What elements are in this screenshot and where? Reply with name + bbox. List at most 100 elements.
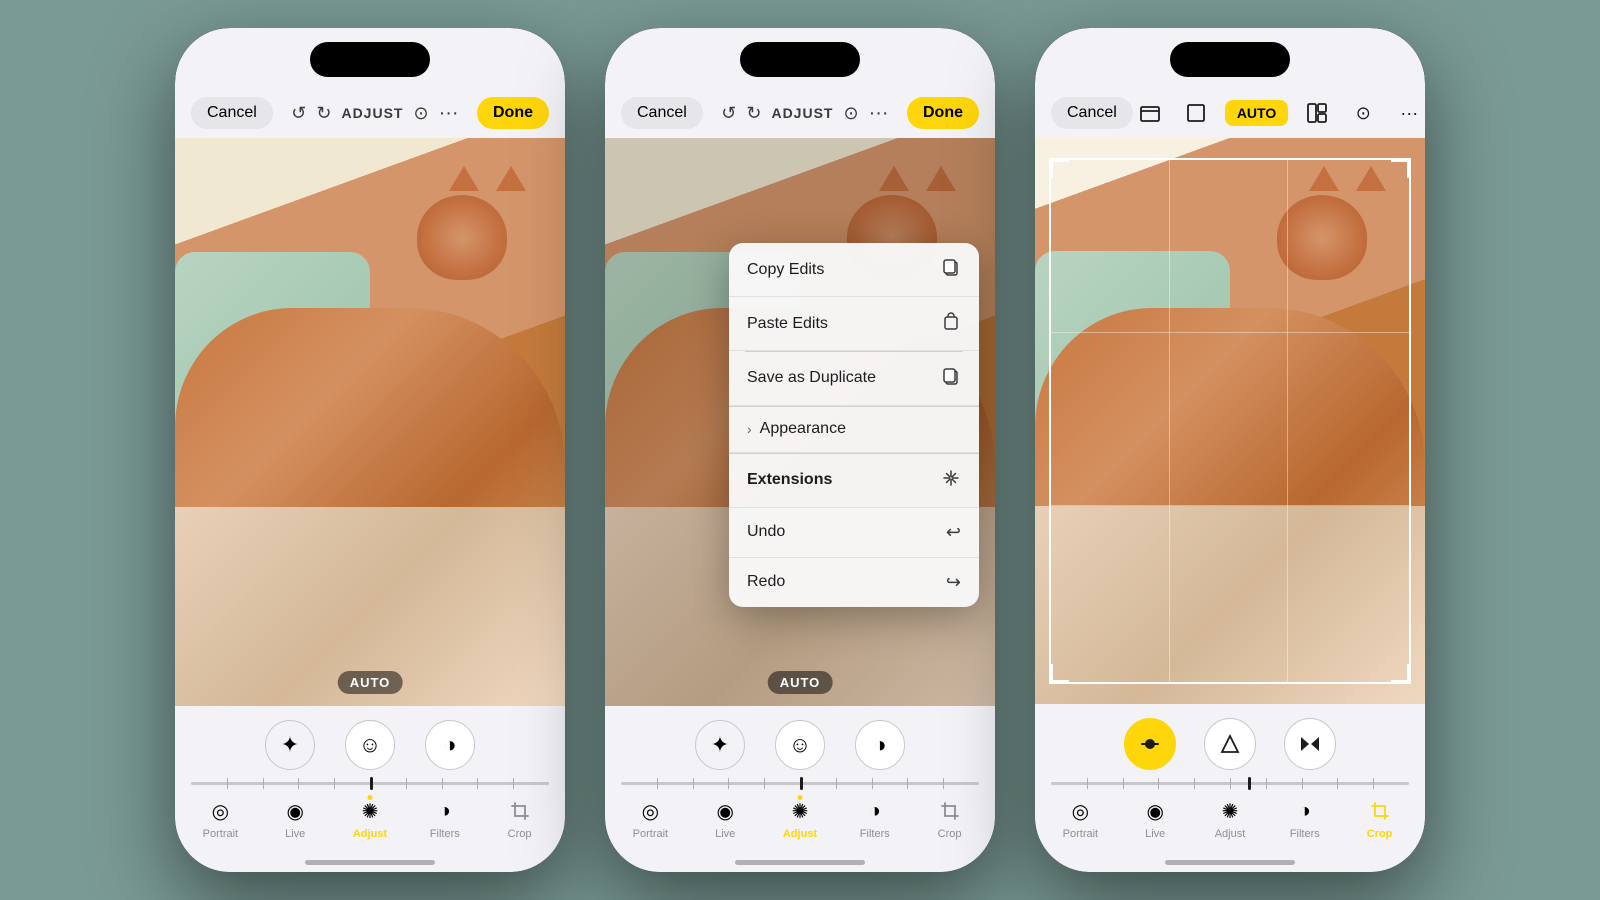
live-label-1: Live [285, 828, 305, 840]
person-icon-1[interactable]: ⊙ [413, 103, 428, 124]
tab-filters-3[interactable]: ◑ Filters [1277, 797, 1332, 840]
tab-adjust-3[interactable]: ✺ Adjust [1202, 797, 1257, 840]
menu-appearance[interactable]: › Appearance [729, 406, 979, 453]
aspect-ratio-icon[interactable] [1133, 96, 1167, 130]
cat-ear-right-2 [926, 166, 956, 191]
slider-thumb-2[interactable] [800, 777, 803, 790]
tab-filters-2[interactable]: ◑ Filters [847, 797, 902, 840]
tab-filters-1[interactable]: ◑ Filters [417, 797, 472, 840]
tab-crop-1[interactable]: Crop [492, 797, 547, 840]
paste-icon [941, 311, 961, 336]
paste-edits-label: Paste Edits [747, 315, 828, 333]
cancel-button-3[interactable]: Cancel [1051, 97, 1133, 129]
home-bar-3 [1165, 860, 1295, 865]
portrait-label-2: Portrait [633, 828, 668, 840]
crop-label-1: Crop [508, 828, 532, 840]
tab-portrait-2[interactable]: ◎ Portrait [623, 797, 678, 840]
done-button-1[interactable]: Done [477, 97, 549, 129]
tab-bar-3: ◎ Portrait ◉ Live ✺ Adjust ◑ Filters [1035, 789, 1425, 852]
dynamic-island-2 [740, 42, 860, 77]
live-icon-2: ◉ [711, 797, 739, 825]
menu-extensions[interactable]: Extensions [729, 454, 979, 508]
crop-icon-2 [936, 797, 964, 825]
home-bar-2 [735, 860, 865, 865]
slider-track-3[interactable] [1051, 782, 1409, 785]
portrait-label-3: Portrait [1063, 828, 1098, 840]
portrait-icon-2: ◎ [636, 797, 664, 825]
face-tool-1[interactable]: ☺ [345, 720, 395, 770]
cat-ear-left-2 [879, 166, 909, 191]
done-button-2[interactable]: Done [907, 97, 979, 129]
slider-track-2[interactable] [621, 782, 979, 785]
portrait-icon-3: ◎ [1066, 797, 1094, 825]
person-icon-3[interactable]: ⊙ [1346, 96, 1380, 130]
more-icon-3[interactable]: ··· [1392, 96, 1425, 130]
crop-rotate-tool[interactable] [1204, 718, 1256, 770]
menu-paste-edits[interactable]: Paste Edits [729, 297, 979, 351]
redo-icon-2[interactable]: ↻ [746, 103, 761, 124]
slider-track-1[interactable] [191, 782, 549, 785]
menu-undo[interactable]: Undo ↩ [729, 508, 979, 558]
tab-adjust-2[interactable]: ✺ Adjust [772, 797, 827, 840]
status-bar-2 [605, 28, 995, 88]
save-duplicate-label: Save as Duplicate [747, 369, 876, 387]
adjust-icon-3: ✺ [1216, 797, 1244, 825]
extensions-label: Extensions [747, 471, 832, 489]
tab-portrait-1[interactable]: ◎ Portrait [193, 797, 248, 840]
cat-photo-1 [175, 138, 565, 706]
wand-tool-2[interactable]: ✦ [695, 720, 745, 770]
wand-icon-2: ✦ [711, 732, 729, 758]
square-icon[interactable] [1179, 96, 1213, 130]
menu-redo[interactable]: Redo ↪ [729, 558, 979, 607]
cat-photo-3 [1035, 138, 1425, 704]
tab-live-2[interactable]: ◉ Live [698, 797, 753, 840]
crop-corner-bl[interactable] [1049, 664, 1069, 684]
wand-tool-1[interactable]: ✦ [265, 720, 315, 770]
person-icon-2[interactable]: ⊙ [843, 103, 858, 124]
menu-save-duplicate[interactable]: Save as Duplicate [729, 352, 979, 406]
cancel-button-1[interactable]: Cancel [191, 97, 273, 129]
home-indicator-3 [1035, 852, 1425, 872]
more-icon-1[interactable]: ··· [439, 102, 459, 125]
phone-2-screen: Cancel ↺ ↻ ADJUST ⊙ ··· Done AUTO [605, 28, 995, 872]
crop-corner-br[interactable] [1391, 664, 1411, 684]
tool-icons-row-1: ✦ ☺ ◑ [175, 706, 565, 778]
face-tool-2[interactable]: ☺ [775, 720, 825, 770]
adjust-label-3: Adjust [1215, 828, 1246, 840]
layout-icon[interactable] [1300, 96, 1334, 130]
menu-copy-edits[interactable]: Copy Edits [729, 243, 979, 297]
tab-live-3[interactable]: ◉ Live [1128, 797, 1183, 840]
face-icon-1: ☺ [359, 732, 381, 758]
slider-thumb-3[interactable] [1248, 777, 1251, 790]
more-icon-2[interactable]: ··· [869, 102, 889, 125]
crop-icon-1 [506, 797, 534, 825]
crop-overlay[interactable] [1049, 158, 1411, 684]
tab-portrait-3[interactable]: ◎ Portrait [1053, 797, 1108, 840]
tab-crop-3[interactable]: Crop [1352, 797, 1407, 840]
undo-icon-2[interactable]: ↺ [721, 103, 736, 124]
phone-3: Cancel AUTO [1035, 28, 1425, 872]
tab-crop-2[interactable]: Crop [922, 797, 977, 840]
slider-thumb-1[interactable] [370, 777, 373, 790]
copy-edits-label: Copy Edits [747, 261, 824, 279]
undo-icon-1[interactable]: ↺ [291, 103, 306, 124]
filters-label-3: Filters [1290, 828, 1320, 840]
cancel-button-2[interactable]: Cancel [621, 97, 703, 129]
tab-adjust-1[interactable]: ✺ Adjust [342, 797, 397, 840]
status-bar-1 [175, 28, 565, 88]
adjust-dot-1 [367, 795, 372, 800]
phone-1-screen: Cancel ↺ ↻ ADJUST ⊙ ··· Done AUTO [175, 28, 565, 872]
tab-live-1[interactable]: ◉ Live [268, 797, 323, 840]
face-icon-2: ☺ [789, 732, 811, 758]
crop-level-tool[interactable] [1124, 718, 1176, 770]
circle-tool-2[interactable]: ◑ [855, 720, 905, 770]
auto-button-3[interactable]: AUTO [1225, 100, 1288, 126]
crop-corner-tl[interactable] [1049, 158, 1069, 178]
crop-icon-3 [1366, 797, 1394, 825]
adjust-dot-2 [797, 795, 802, 800]
crop-corner-tr[interactable] [1391, 158, 1411, 178]
circle-tool-1[interactable]: ◑ [425, 720, 475, 770]
redo-icon-1[interactable]: ↻ [316, 103, 331, 124]
crop-flip-tool[interactable] [1284, 718, 1336, 770]
crop-toolbar-icons: AUTO ⊙ ··· [1133, 96, 1425, 130]
